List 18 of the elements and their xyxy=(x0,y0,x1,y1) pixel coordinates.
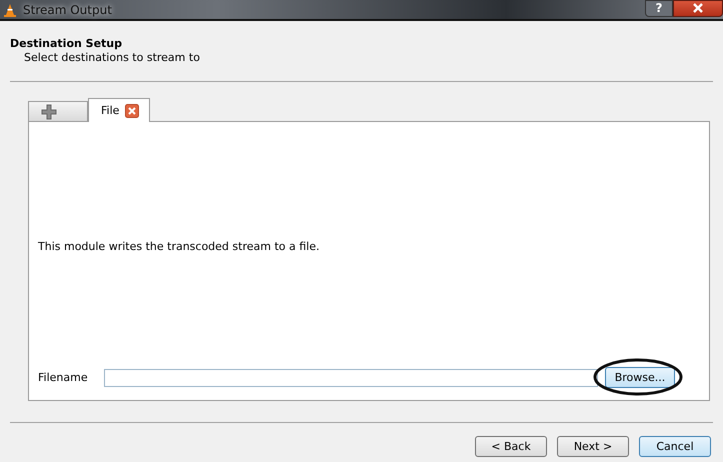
dialog-button[interactable]: < Back xyxy=(475,436,547,457)
filename-label: Filename xyxy=(38,371,89,384)
module-description: This module writes the transcoded stream to a file. xyxy=(37,240,320,255)
dialog-button[interactable]: Next > xyxy=(557,436,629,457)
window-title: Stream Output xyxy=(23,2,112,16)
close-tab-icon[interactable] xyxy=(125,104,140,118)
close-icon xyxy=(693,3,703,13)
page-title: Destination Setup xyxy=(10,37,124,50)
dialog-button[interactable]: Cancel xyxy=(639,436,711,457)
file-tab[interactable]: File xyxy=(88,98,150,122)
close-button[interactable] xyxy=(673,0,723,16)
plus-icon xyxy=(41,104,57,120)
page-subtitle: Select destinations to stream to xyxy=(23,51,201,64)
add-tab[interactable] xyxy=(28,101,88,121)
filename-field[interactable] xyxy=(104,368,598,386)
browse-button[interactable]: Browse... xyxy=(605,367,675,388)
help-button[interactable]: ? xyxy=(645,0,673,16)
traffic-cone-icon xyxy=(3,2,17,16)
